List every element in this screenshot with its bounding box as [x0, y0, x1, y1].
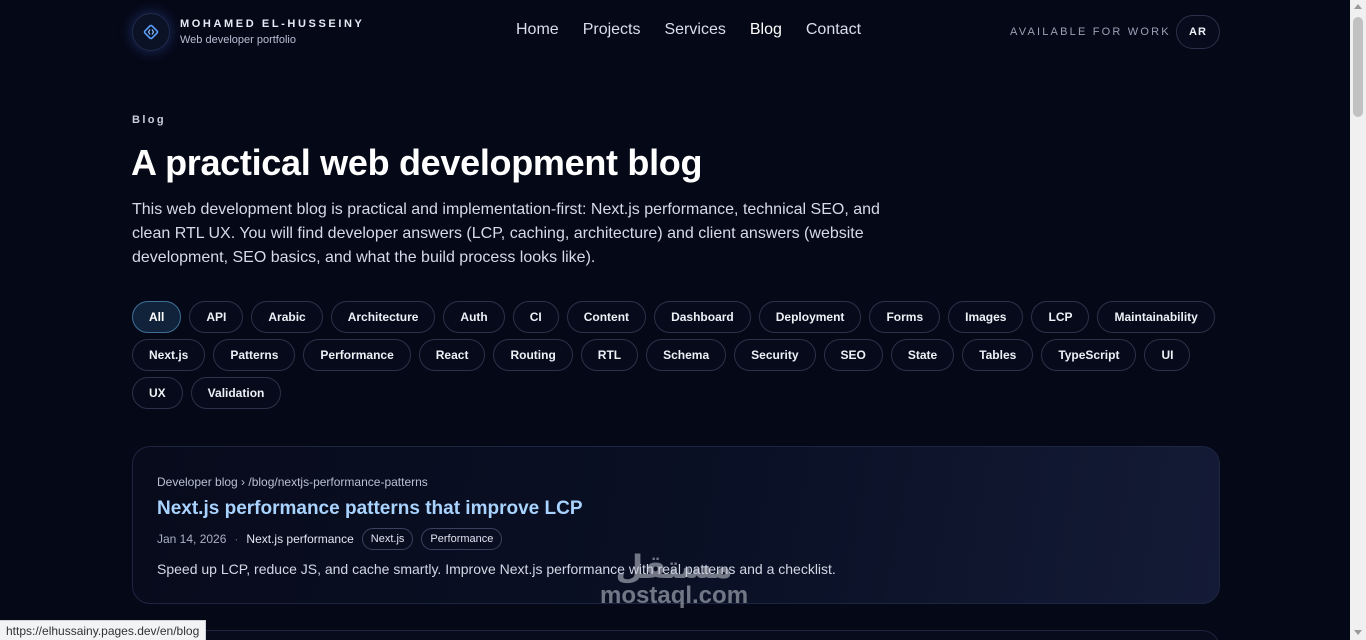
code-diamond-icon: [132, 13, 170, 51]
section-eyebrow: Blog: [132, 114, 167, 126]
meta-separator: ·: [234, 532, 239, 546]
scroll-down-arrow-icon[interactable]: [1354, 630, 1362, 635]
tag-filter-list: All API Arabic Architecture Auth CI Content Das…: [132, 301, 1222, 409]
page-title: A practical web development blog: [131, 142, 703, 183]
tag-filter-forms[interactable]: Forms: [869, 301, 941, 333]
tag-filter-rtl[interactable]: RTL: [580, 339, 639, 371]
tag-filter-images[interactable]: Images: [948, 301, 1024, 333]
main-nav: Home Projects Services Blog Contact: [516, 21, 861, 39]
post-tag: Next.js: [361, 528, 414, 550]
availability-label: AVAILABLE FOR WORK: [1010, 26, 1171, 38]
browser-status-url: https://elhussainy.pages.dev/en/blog: [0, 620, 207, 640]
post-tag: Performance: [421, 528, 503, 550]
brand[interactable]: MOHAMED EL-HUSSEINY Web developer portfo…: [132, 13, 364, 51]
post-category: Next.js performance: [246, 532, 354, 546]
watermark-arabic: مستقل: [615, 548, 733, 586]
tag-filter-tables[interactable]: Tables: [962, 339, 1034, 371]
watermark-logo: مستقل mostaql.com: [600, 548, 748, 610]
brand-subtitle: Web developer portfolio: [180, 34, 296, 46]
tag-filter-arabic[interactable]: Arabic: [251, 301, 323, 333]
tag-filter-typescript[interactable]: TypeScript: [1041, 339, 1137, 371]
post-meta: Jan 14, 2026 · Next.js performance Next.…: [157, 528, 1195, 550]
site-header: MOHAMED EL-HUSSEINY Web developer portfo…: [0, 0, 1350, 64]
tag-filter-architecture[interactable]: Architecture: [330, 301, 436, 333]
tag-filter-patterns[interactable]: Patterns: [213, 339, 296, 371]
tag-filter-validation[interactable]: Validation: [190, 377, 282, 409]
nav-home[interactable]: Home: [516, 21, 559, 39]
tag-filter-performance[interactable]: Performance: [303, 339, 411, 371]
tag-filter-state[interactable]: State: [890, 339, 955, 371]
tag-filter-ux[interactable]: UX: [132, 377, 183, 409]
post-breadcrumb: Developer blog › /blog/nextjs-performanc…: [157, 475, 428, 489]
tag-filter-ci[interactable]: CI: [512, 301, 559, 333]
tag-filter-auth[interactable]: Auth: [443, 301, 505, 333]
tag-filter-lcp[interactable]: LCP: [1031, 301, 1090, 333]
page-intro: This web development blog is practical a…: [132, 201, 880, 266]
post-date: Jan 14, 2026: [157, 532, 227, 546]
tag-filter-next-js[interactable]: Next.js: [132, 339, 206, 371]
tag-filter-maintainability[interactable]: Maintainability: [1097, 301, 1215, 333]
tag-filter-routing[interactable]: Routing: [493, 339, 573, 371]
nav-blog[interactable]: Blog: [750, 21, 782, 39]
language-toggle-button[interactable]: AR: [1176, 15, 1220, 49]
watermark-latin: mostaql.com: [600, 582, 749, 609]
tag-filter-all[interactable]: All: [132, 301, 182, 333]
tag-filter-security[interactable]: Security: [734, 339, 816, 371]
brand-name: MOHAMED EL-HUSSEINY: [180, 18, 365, 30]
tag-filter-deployment[interactable]: Deployment: [758, 301, 862, 333]
tag-filter-content[interactable]: Content: [566, 301, 647, 333]
tag-filter-api[interactable]: API: [189, 301, 244, 333]
nav-projects[interactable]: Projects: [583, 21, 641, 39]
nav-services[interactable]: Services: [664, 21, 725, 39]
page-scrollbar[interactable]: [1350, 0, 1366, 640]
tag-filter-react[interactable]: React: [418, 339, 486, 371]
tag-filter-dashboard[interactable]: Dashboard: [654, 301, 751, 333]
post-card[interactable]: [132, 630, 1220, 640]
tag-filter-seo[interactable]: SEO: [823, 339, 883, 371]
scroll-up-arrow-icon[interactable]: [1354, 4, 1362, 9]
nav-contact[interactable]: Contact: [806, 21, 861, 39]
tag-filter-ui[interactable]: UI: [1144, 339, 1191, 371]
post-title-link[interactable]: Next.js performance patterns that improv…: [157, 498, 583, 520]
tag-filter-schema[interactable]: Schema: [646, 339, 727, 371]
scrollbar-thumb[interactable]: [1353, 17, 1363, 117]
